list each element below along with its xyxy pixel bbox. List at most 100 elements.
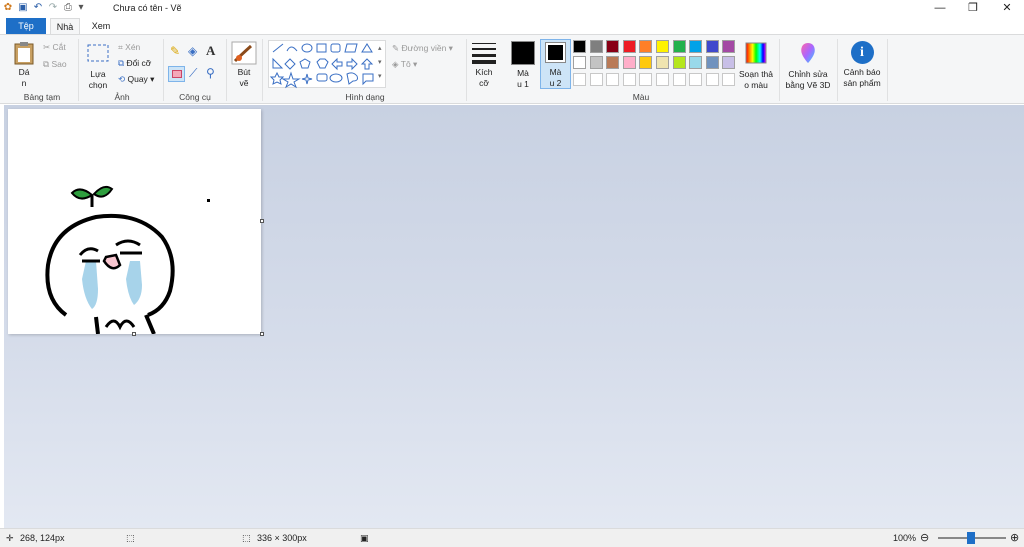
select-label: Lựa chọn — [88, 69, 108, 90]
custom-color-slot[interactable] — [606, 73, 620, 86]
color1-label: Mà u 1 — [517, 68, 529, 89]
text-tool[interactable]: A — [206, 43, 215, 59]
color-swatch[interactable] — [705, 56, 719, 69]
color-swatch[interactable] — [606, 56, 620, 69]
zoom-out-button[interactable]: ⊖ — [920, 531, 929, 544]
custom-color-slot[interactable] — [705, 73, 719, 86]
cut-label: Cắt — [52, 42, 66, 52]
tab-home[interactable]: Nhà — [50, 18, 80, 34]
color1-button[interactable]: Mà u 1 — [509, 41, 537, 90]
tab-file[interactable]: Tệp — [6, 18, 46, 34]
selection-size-icon: ⬚ — [126, 533, 135, 543]
fill-tool[interactable]: ◈ — [188, 44, 202, 58]
color-swatch[interactable] — [573, 40, 586, 53]
custom-color-slot[interactable] — [573, 73, 586, 86]
title-bar: ✿ ▣ ↶ ↷ ⎙ ▾ Chưa có tên - Vẽ — ❐ ✕ — [0, 0, 1024, 17]
color-palette — [573, 40, 739, 90]
color-swatch[interactable] — [672, 40, 686, 53]
color-swatch[interactable] — [589, 40, 603, 53]
resize-handle-bottom[interactable] — [132, 332, 136, 336]
tools-group-label: Công cụ — [179, 92, 211, 102]
paste-button[interactable]: Dá n — [10, 41, 38, 89]
rotate-button[interactable]: ⟲ Quay ▾ — [118, 74, 154, 84]
fill-button[interactable]: ◈ Tô ▾ — [392, 59, 417, 69]
drawing-canvas[interactable] — [8, 109, 261, 335]
print-icon[interactable]: ⎙ — [62, 2, 74, 14]
custom-color-slot[interactable] — [589, 73, 603, 86]
shapes-gallery[interactable] — [268, 40, 386, 89]
color-swatch[interactable] — [672, 56, 686, 69]
tab-view[interactable]: Xem — [86, 18, 116, 34]
resize-handle-corner[interactable] — [260, 332, 264, 336]
crop-label: Xén — [125, 42, 141, 52]
outline-label: Đường viền — [401, 43, 447, 53]
color-swatch[interactable] — [689, 56, 703, 69]
edit-colors-label: Soạn thả o màu — [738, 69, 774, 90]
separator — [837, 39, 838, 101]
resize-handle-right[interactable] — [260, 219, 264, 223]
crop-button[interactable]: ⌗ Xén — [118, 42, 140, 52]
zoom-slider-thumb[interactable] — [967, 532, 975, 544]
color-swatch[interactable] — [573, 56, 586, 69]
image-size: 336 × 300px — [257, 533, 307, 543]
custom-color-slot[interactable] — [639, 73, 653, 86]
color-swatch[interactable] — [639, 40, 653, 53]
separator — [779, 39, 780, 101]
color2-button[interactable]: Mà u 2 — [540, 39, 571, 89]
paint-app-icon: ✿ — [3, 2, 13, 13]
color-swatch[interactable] — [705, 40, 719, 53]
shapes-icons — [269, 43, 374, 89]
brushes-label: Bút vẽ — [237, 67, 251, 88]
custom-color-slot[interactable] — [622, 73, 636, 86]
line-size-icon — [472, 43, 496, 64]
save-icon[interactable]: ▣ — [17, 2, 29, 14]
colors-group-label: Màu — [632, 92, 650, 102]
color-picker-tool[interactable]: ⟋ — [189, 66, 197, 81]
copy-label: Sao — [51, 59, 67, 69]
separator — [262, 39, 263, 101]
edit-with-paint3d-button[interactable]: Chỉnh sửa bằng Vẽ 3D — [783, 41, 833, 91]
custom-color-slot[interactable] — [656, 73, 669, 86]
color-swatch[interactable] — [639, 56, 653, 69]
select-button[interactable]: Lựa chọn — [84, 43, 112, 91]
minimize-button[interactable]: — — [923, 0, 957, 17]
pencil-tool[interactable]: ✎ — [170, 44, 184, 58]
separator — [78, 39, 79, 101]
size-button[interactable]: Kích cỡ — [470, 41, 498, 89]
edit-colors-button[interactable]: Soạn thả o màu — [738, 41, 774, 91]
paste-label: Dá n — [18, 67, 30, 88]
color-swatch[interactable] — [622, 40, 636, 53]
magnifier-tool[interactable]: ⚲ — [206, 66, 215, 80]
zoom-in-button[interactable]: ⊕ — [1010, 531, 1019, 544]
fill-label: Tô — [400, 59, 411, 69]
color-swatch[interactable] — [656, 56, 669, 69]
color2-swatch — [545, 42, 566, 63]
product-alert-button[interactable]: i Cảnh báo sản phẩm — [840, 41, 884, 89]
resize-button[interactable]: ⧉ Đổi cỡ — [118, 58, 151, 68]
color-swatch[interactable] — [722, 40, 736, 53]
close-button[interactable]: ✕ — [990, 0, 1024, 17]
customize-qat-icon[interactable]: ▾ — [77, 2, 85, 14]
color-swatch[interactable] — [606, 40, 620, 53]
custom-color-slot[interactable] — [672, 73, 686, 86]
shapes-scroll[interactable]: ▴ ▾ ▾ — [378, 42, 382, 84]
custom-color-slot[interactable] — [689, 73, 703, 86]
color-swatch[interactable] — [622, 56, 636, 69]
restore-button[interactable]: ❐ — [956, 0, 990, 17]
redo-icon[interactable]: ↷ — [47, 2, 59, 14]
eraser-tool[interactable] — [168, 66, 185, 82]
brush-icon — [231, 41, 257, 65]
color-swatch[interactable] — [589, 56, 603, 69]
ribbon-tabs: Tệp Nhà Xem — [0, 18, 1024, 34]
image-size-icon: ⬚ — [242, 533, 251, 543]
custom-color-slot[interactable] — [722, 73, 736, 86]
color-swatch[interactable] — [689, 40, 703, 53]
separator — [163, 39, 164, 101]
undo-icon[interactable]: ↶ — [32, 2, 44, 14]
color-swatch[interactable] — [722, 56, 736, 69]
cut-button[interactable]: ✂ Cắt — [43, 42, 66, 52]
copy-button[interactable]: ⧉ Sao — [43, 59, 67, 69]
brushes-button[interactable]: Bút vẽ — [230, 41, 258, 89]
color-swatch[interactable] — [656, 40, 669, 53]
outline-button[interactable]: ✎ Đường viền ▾ — [392, 43, 453, 53]
